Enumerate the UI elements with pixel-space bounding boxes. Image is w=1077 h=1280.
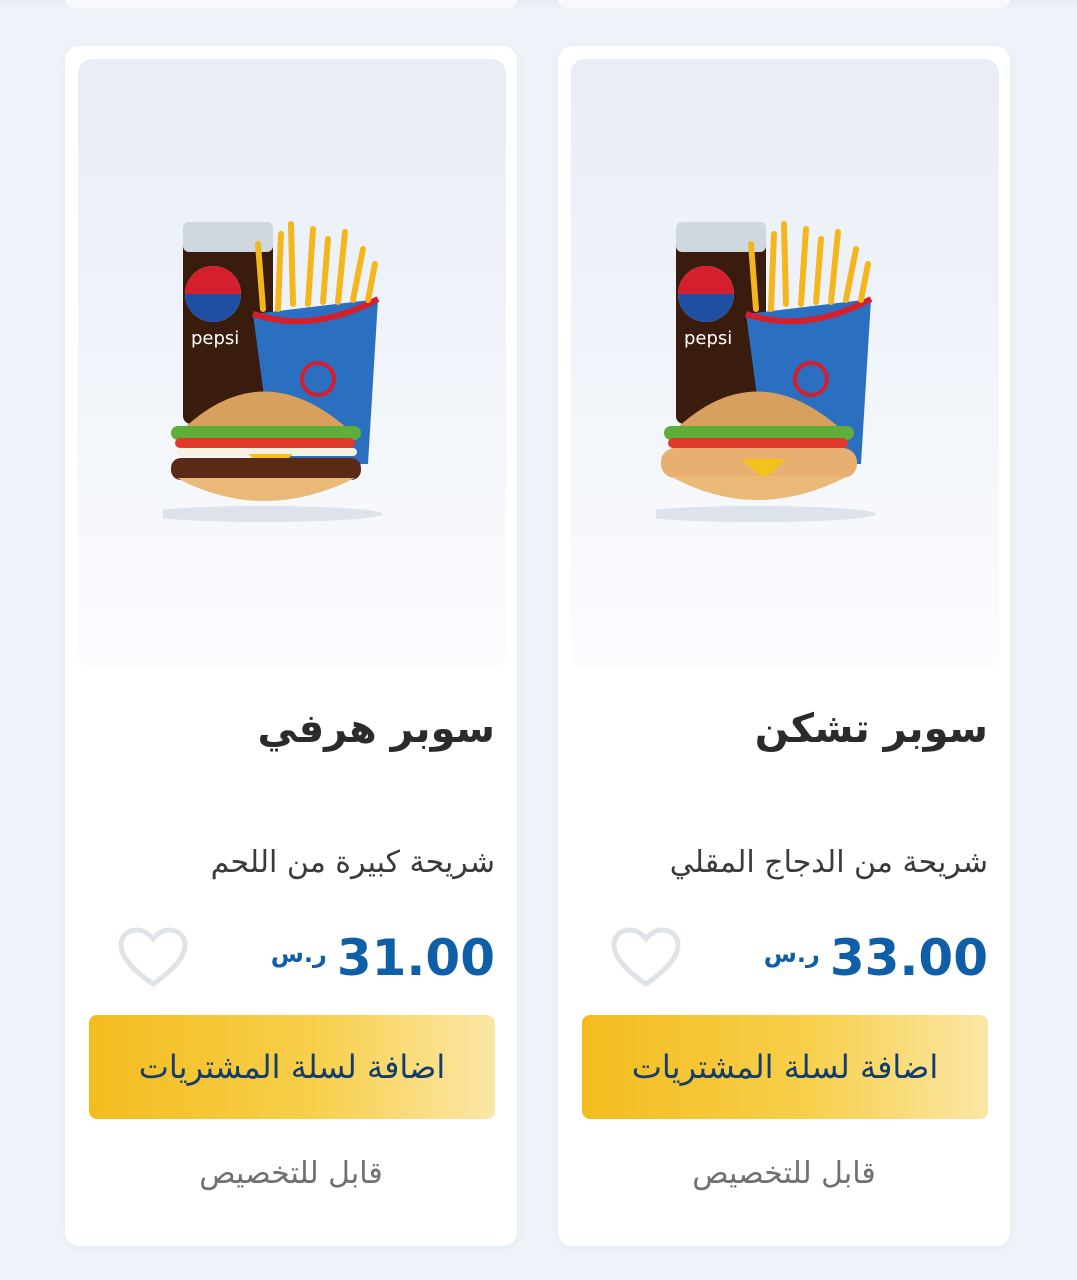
svg-text:pepsi: pepsi — [684, 328, 732, 349]
customizable-label: قابل للتخصيص — [692, 1156, 876, 1191]
chicken-burger-meal-image: pepsi — [656, 221, 876, 522]
currency-label: ر.س — [763, 940, 820, 968]
favorite-heart-icon[interactable] — [610, 926, 682, 990]
product-price: 31.00 — [336, 929, 495, 987]
price-row: ر.س 33.00 — [764, 928, 988, 998]
product-title[interactable]: سوبر هرفي — [257, 706, 495, 752]
product-image-area[interactable]: pepsi — [78, 59, 506, 669]
add-to-cart-button[interactable]: اضافة لسلة المشتريات — [582, 1015, 988, 1119]
previous-cards-edge — [0, 0, 1077, 12]
product-image-area[interactable]: pepsi — [571, 59, 999, 669]
product-card[interactable]: pepsi سوبر تشكن شريحة من الدجاج المقلي ر… — [558, 46, 1010, 1246]
favorite-heart-icon[interactable] — [117, 926, 189, 990]
beef-burger-meal-image: pepsi — [163, 221, 383, 522]
price-row: ر.س 31.00 — [271, 928, 495, 998]
product-price: 33.00 — [829, 929, 988, 987]
customizable-label: قابل للتخصيص — [199, 1156, 383, 1191]
add-to-cart-button[interactable]: اضافة لسلة المشتريات — [89, 1015, 495, 1119]
product-card[interactable]: pepsi سوبر هرفي شريحة كبيرة من اللحم ر.س… — [65, 46, 517, 1246]
currency-label: ر.س — [270, 940, 327, 968]
svg-text:pepsi: pepsi — [191, 328, 239, 349]
product-title[interactable]: سوبر تشكن — [755, 706, 988, 752]
